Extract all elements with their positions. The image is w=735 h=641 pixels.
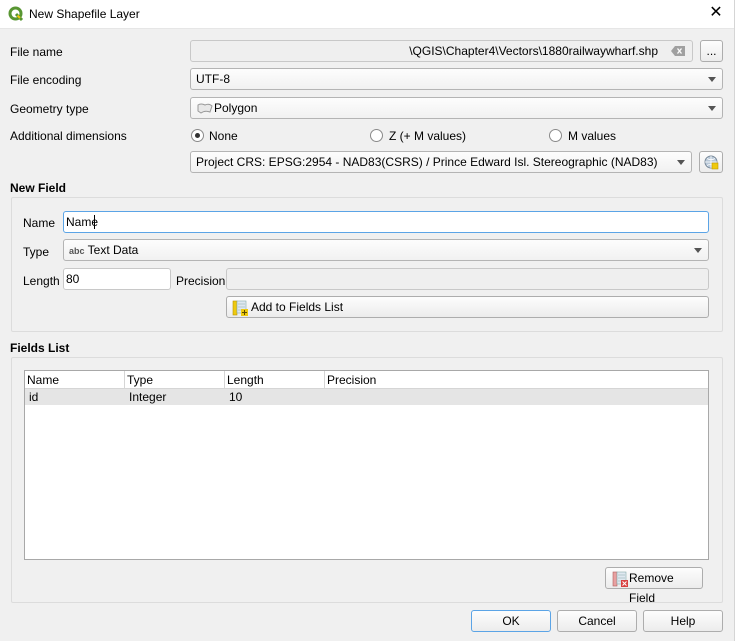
remove-field-label: Remove Field	[629, 571, 674, 605]
geometry-type-value: Polygon	[214, 101, 258, 115]
geometry-type-label: Geometry type	[10, 102, 89, 116]
polygon-icon	[197, 103, 213, 114]
cell-name: id	[29, 390, 39, 404]
cell-type: Integer	[129, 390, 167, 404]
field-type-label: Type	[23, 245, 50, 259]
radio-none[interactable]	[191, 129, 204, 142]
file-encoding-label: File encoding	[10, 73, 82, 87]
ok-button[interactable]: OK	[471, 610, 551, 632]
text-type-icon: abc	[69, 246, 85, 256]
column-header-type[interactable]: Type	[125, 371, 225, 389]
close-icon[interactable]: ✕	[707, 4, 725, 22]
table-row[interactable]: id Integer 10	[25, 389, 708, 405]
remove-field-icon	[612, 571, 628, 587]
geometry-type-select[interactable]: Polygon	[190, 97, 723, 119]
length-value: 80	[66, 272, 80, 286]
column-header-length[interactable]: Length	[225, 371, 325, 389]
clear-icon[interactable]	[671, 46, 685, 56]
radio-z[interactable]	[370, 129, 383, 142]
text-cursor	[94, 215, 95, 229]
title-bar: New Shapefile Layer ✕	[0, 0, 735, 29]
chevron-down-icon	[708, 77, 716, 82]
table-header: Name Type Length Precision	[25, 371, 708, 389]
fields-list-title: Fields List	[10, 341, 70, 355]
field-name-input[interactable]: Name	[63, 211, 709, 233]
add-to-fields-list-label: Add to Fields List	[251, 300, 344, 314]
remove-field-button[interactable]: Remove Field	[605, 567, 703, 605]
field-name-label: Name	[23, 216, 56, 230]
length-input[interactable]: 80	[63, 268, 171, 290]
radio-m[interactable]	[549, 129, 562, 142]
globe-icon	[704, 155, 719, 170]
chevron-down-icon	[708, 106, 716, 111]
field-type-select[interactable]: abc Text Data	[63, 239, 709, 261]
fields-table[interactable]: Name Type Length Precision id Integer 10	[24, 370, 709, 560]
cell-length: 10	[229, 390, 243, 404]
cell-precision	[325, 389, 708, 405]
help-button[interactable]: Help	[643, 610, 723, 632]
select-crs-button[interactable]	[699, 151, 723, 173]
window-title: New Shapefile Layer	[29, 7, 140, 21]
file-name-input[interactable]: \QGIS\Chapter4\Vectors\1880railwaywharf.…	[190, 40, 693, 62]
chevron-down-icon	[694, 248, 702, 253]
file-encoding-value: UTF-8	[196, 72, 230, 86]
chevron-down-icon	[677, 160, 685, 165]
cancel-button[interactable]: Cancel	[557, 610, 637, 632]
add-field-icon	[232, 300, 248, 316]
qgis-logo-icon	[8, 6, 24, 22]
radio-z-label: Z (+ M values)	[389, 129, 467, 143]
file-encoding-select[interactable]: UTF-8	[190, 68, 723, 90]
browse-button[interactable]: ...	[700, 40, 723, 62]
crs-value: Project CRS: EPSG:2954 - NAD83(CSRS) / P…	[196, 155, 658, 169]
crs-select[interactable]: Project CRS: EPSG:2954 - NAD83(CSRS) / P…	[190, 151, 692, 173]
radio-none-label: None	[209, 129, 238, 143]
precision-label: Precision	[176, 274, 226, 288]
radio-m-label: M values	[568, 129, 617, 143]
file-name-label: File name	[10, 45, 63, 59]
column-header-name[interactable]: Name	[25, 371, 125, 389]
additional-dimensions-label: Additional dimensions	[10, 129, 127, 143]
file-name-value: \QGIS\Chapter4\Vectors\1880railwaywharf.…	[409, 44, 658, 58]
add-to-fields-list-button[interactable]: Add to Fields List	[226, 296, 709, 318]
column-header-precision[interactable]: Precision	[325, 371, 708, 389]
length-label: Length	[23, 274, 60, 288]
precision-input[interactable]	[226, 268, 709, 290]
field-type-value: Text Data	[87, 243, 139, 257]
new-field-title: New Field	[10, 181, 67, 195]
